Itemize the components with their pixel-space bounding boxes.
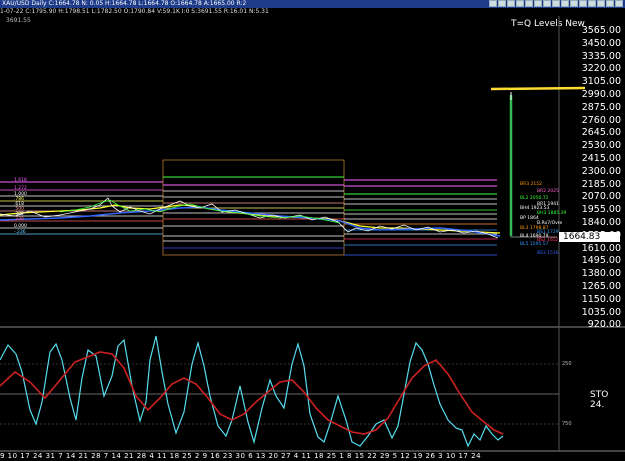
price-axis-tick: 1840.00 — [581, 217, 621, 228]
price-axis-tick: 3565.00 — [581, 25, 621, 36]
price-axis-tick: 1035.00 — [581, 306, 621, 318]
current-price-box: 1664.83 — [557, 232, 620, 242]
fib-level-label: -.236 — [14, 230, 26, 235]
price-axis-tick: 3450.00 — [581, 37, 621, 49]
stochastic-k-line — [0, 335, 504, 448]
pivot-level-label: BP 1864 — [520, 216, 539, 221]
price-axis-tick: 920.00 — [587, 319, 621, 331]
price-axis-tick: 1150.00 — [581, 293, 621, 305]
price-axis-tick: 2990.00 — [581, 89, 621, 100]
price-axis-tick: 3105.00 — [581, 76, 621, 88]
price-axis-tick: 2070.00 — [581, 191, 621, 203]
price-axis-tick: 2645.00 — [581, 127, 621, 139]
pivot-level-label: BL5 1595.57 — [520, 242, 549, 247]
price-axis-tick: 3335.00 — [581, 50, 621, 62]
price-axis-tick: 1610.00 — [581, 242, 621, 254]
price-axis-tick: 1955.00 — [581, 204, 621, 216]
price-axis-tick: 1265.00 — [581, 281, 621, 292]
date-axis[interactable]: 9 10 17 24 31 7 14 21 28 7 14 21 28 4 11… — [0, 452, 625, 461]
pivot-level-label: BH3 1885.39 — [537, 211, 567, 216]
pivot-level-label: BL2 2056.72 — [520, 196, 549, 201]
price-axis-tick: 3220.00 — [581, 63, 621, 75]
pivot-level-label: BS3 1516 — [537, 251, 559, 256]
oscillator-upper-tick: 250 — [562, 361, 572, 367]
fib-level-label: 1.272 — [14, 186, 27, 191]
pivot-level-label: BR2 2025 — [537, 189, 559, 194]
oscillator-lower-tick: 750 — [562, 421, 572, 427]
stochastic-d-line — [0, 351, 504, 435]
price-axis-tick: 1380.00 — [581, 268, 621, 280]
price-axis-tick: 2875.00 — [581, 101, 621, 113]
price-axis[interactable]: 3565.00 3450.00 3335.00 3220.00 3105.00 2990.… — [560, 16, 625, 330]
pivot-level-label: BR3 2152 — [520, 182, 542, 187]
oscillator-label: STO 24. — [590, 390, 609, 410]
fib-level-label: .236 — [14, 217, 25, 222]
price-axis-tick: 2300.00 — [581, 165, 621, 177]
fib-level-label: 0.000 — [14, 224, 27, 229]
price-axis-tick: 1495.00 — [581, 255, 621, 267]
price-axis-tick: 2530.00 — [581, 140, 621, 152]
price-axis-tick: 2415.00 — [581, 153, 621, 164]
price-axis-tick: 2760.00 — [581, 114, 621, 126]
price-axis-tick: 2185.00 — [581, 178, 621, 190]
fib-level-label: 1.618 — [14, 178, 27, 183]
right-levels-box — [344, 179, 497, 256]
